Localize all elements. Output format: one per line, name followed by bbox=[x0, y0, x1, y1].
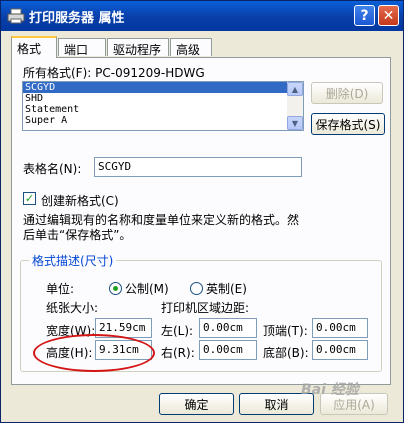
close-button[interactable]: ✕ bbox=[378, 5, 399, 26]
list-item[interactable]: Super A bbox=[23, 115, 303, 126]
list-item[interactable]: SHD bbox=[23, 93, 303, 104]
create-new-label: 创建新格式(C) bbox=[41, 194, 119, 208]
group-title: 格式描述(尺寸) bbox=[29, 252, 117, 269]
left-margin-input[interactable]: 0.00cm bbox=[199, 318, 257, 338]
save-format-button[interactable]: 保存格式(S) bbox=[311, 113, 385, 135]
right-margin-label: 右(R): bbox=[161, 346, 195, 360]
tab-driver[interactable]: 驱动程序 bbox=[107, 38, 169, 57]
margins-label: 打印机区域边距: bbox=[161, 301, 250, 315]
right-margin-input[interactable]: 0.00cm bbox=[199, 340, 257, 360]
title-bar[interactable]: 打印服务器 属性 ? ✕ bbox=[1, 1, 403, 31]
help-button[interactable]: ? bbox=[354, 5, 375, 26]
description-text: 通过编辑现有的名称和度量单位来定义新的格式。然后单击“保存格式”。 bbox=[23, 213, 300, 242]
tab-advanced[interactable]: 高级 bbox=[170, 38, 212, 57]
form-name-label: 表格名(N): bbox=[23, 162, 82, 176]
list-item[interactable]: SCGYD bbox=[23, 82, 303, 93]
english-label: 英制(E) bbox=[206, 282, 247, 296]
list-item[interactable]: Statement bbox=[23, 104, 303, 115]
left-margin-label: 左(L): bbox=[161, 324, 194, 338]
vertical-scrollbar[interactable]: ▲ ▼ bbox=[287, 82, 303, 130]
all-formats-label: 所有格式(F): PC-091209-HDWG bbox=[23, 66, 205, 80]
ok-button[interactable]: 确定 bbox=[159, 393, 234, 415]
bottom-margin-input[interactable]: 0.00cm bbox=[312, 340, 368, 360]
delete-button[interactable]: 删除(D) bbox=[311, 82, 383, 104]
form-name-input[interactable]: SCGYD bbox=[94, 157, 302, 177]
dialog-window: 打印服务器 属性 ? ✕ 格式 端口 驱动程序 高级 所有格式(F): PC-0… bbox=[0, 0, 404, 423]
formats-listbox[interactable]: SCGYD SHD Statement Super A ▲ ▼ bbox=[22, 81, 304, 131]
watermark: Bai 经验 bbox=[301, 382, 359, 398]
metric-radio[interactable] bbox=[109, 282, 122, 295]
metric-label: 公制(M) bbox=[125, 282, 169, 296]
red-highlight-ellipse bbox=[33, 334, 155, 372]
printer-icon bbox=[7, 8, 25, 24]
tab-port[interactable]: 端口 bbox=[58, 38, 106, 57]
english-radio[interactable] bbox=[190, 282, 203, 295]
unit-label: 单位: bbox=[46, 282, 75, 296]
create-new-checkbox[interactable]: ✓ bbox=[23, 192, 36, 205]
paper-size-label: 纸张大小: bbox=[46, 301, 99, 315]
top-margin-input[interactable]: 0.00cm bbox=[312, 318, 368, 338]
bottom-margin-label: 底部(B): bbox=[263, 346, 309, 360]
window-title: 打印服务器 属性 bbox=[29, 11, 125, 26]
scroll-down-icon[interactable]: ▼ bbox=[287, 116, 303, 130]
tab-format[interactable]: 格式 bbox=[11, 36, 57, 58]
top-margin-label: 顶端(T): bbox=[263, 324, 308, 338]
scroll-up-icon[interactable]: ▲ bbox=[287, 82, 303, 96]
